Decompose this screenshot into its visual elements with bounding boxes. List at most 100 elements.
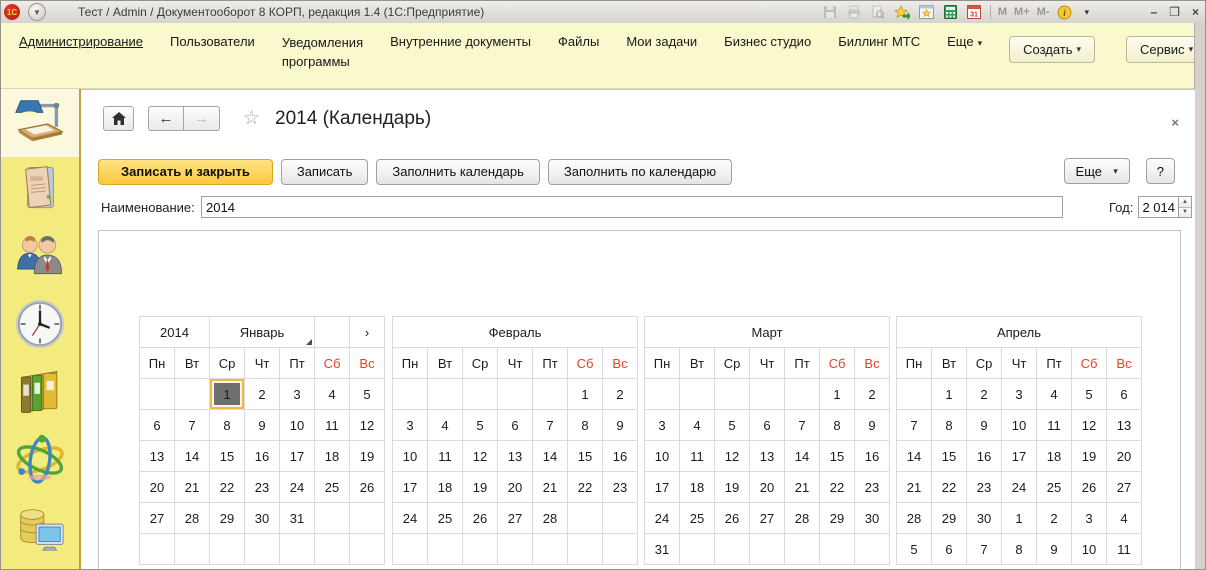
day-cell[interactable]: 11	[315, 410, 350, 441]
year-input[interactable]	[1138, 196, 1178, 218]
day-cell[interactable]: 1	[210, 379, 245, 410]
day-cell[interactable]: 2	[1037, 503, 1072, 534]
day-cell[interactable]: 20	[1107, 441, 1142, 472]
day-cell[interactable]: 23	[967, 472, 1002, 503]
day-cell[interactable]: 30	[967, 503, 1002, 534]
day-cell[interactable]: 6	[1107, 379, 1142, 410]
day-cell[interactable]: 21	[897, 472, 932, 503]
menu-item-billing-mts[interactable]: Биллинг МТС	[838, 34, 920, 49]
home-button[interactable]	[103, 106, 134, 131]
day-cell[interactable]: 15	[932, 441, 967, 472]
save-and-close-button[interactable]: Записать и закрыть	[98, 159, 273, 185]
day-cell[interactable]: 12	[350, 410, 385, 441]
day-cell[interactable]: 22	[820, 472, 855, 503]
minimize-icon[interactable]: –	[1151, 6, 1158, 18]
day-cell[interactable]: 21	[533, 472, 568, 503]
favorite-star-icon[interactable]: ☆	[243, 109, 260, 128]
day-cell[interactable]: 27	[750, 503, 785, 534]
day-cell[interactable]: 31	[645, 534, 680, 565]
sidebar-item-binders[interactable]	[1, 361, 79, 423]
day-cell[interactable]: 7	[175, 410, 210, 441]
day-cell[interactable]: 17	[645, 472, 680, 503]
day-cell[interactable]: 2	[245, 379, 280, 410]
day-cell[interactable]: 11	[428, 441, 463, 472]
day-cell[interactable]: 29	[932, 503, 967, 534]
day-cell[interactable]: 7	[533, 410, 568, 441]
day-cell[interactable]: 3	[1072, 503, 1107, 534]
day-cell[interactable]: 27	[140, 503, 175, 534]
day-cell[interactable]: 7	[785, 410, 820, 441]
sidebar-item-document-folder[interactable]	[1, 157, 79, 219]
menu-item-notifications[interactable]: Уведомления программы	[282, 34, 363, 72]
close-icon[interactable]: ×	[1192, 6, 1199, 18]
day-cell[interactable]: 14	[533, 441, 568, 472]
memory-m-button[interactable]: M	[998, 6, 1007, 18]
day-cell[interactable]: 8	[820, 410, 855, 441]
forward-button[interactable]: →	[184, 106, 220, 131]
help-button[interactable]: ?	[1146, 158, 1175, 184]
day-cell[interactable]: 2	[603, 379, 638, 410]
day-cell[interactable]: 9	[245, 410, 280, 441]
sidebar-item-desk-lamp[interactable]	[1, 91, 79, 153]
day-cell[interactable]: 7	[967, 534, 1002, 565]
day-cell[interactable]: 28	[897, 503, 932, 534]
fill-by-calendar-button[interactable]: Заполнить по календарю	[548, 159, 732, 185]
spinner-down-icon[interactable]: ▼	[1179, 208, 1191, 218]
calendar-year-cell[interactable]: 2014	[140, 317, 210, 348]
day-cell[interactable]: 7	[897, 410, 932, 441]
day-cell[interactable]: 11	[1037, 410, 1072, 441]
day-cell[interactable]: 19	[350, 441, 385, 472]
day-cell[interactable]: 5	[350, 379, 385, 410]
day-cell[interactable]: 11	[680, 441, 715, 472]
maximize-icon[interactable]: ❒	[1169, 6, 1180, 18]
day-cell[interactable]: 15	[820, 441, 855, 472]
day-cell[interactable]: 17	[280, 441, 315, 472]
back-button[interactable]: ←	[148, 106, 184, 131]
day-cell[interactable]: 26	[350, 472, 385, 503]
day-cell[interactable]: 24	[280, 472, 315, 503]
day-cell[interactable]: 18	[428, 472, 463, 503]
day-cell[interactable]: 18	[680, 472, 715, 503]
print-icon[interactable]	[846, 4, 863, 20]
favorites-icon[interactable]	[918, 4, 935, 20]
day-cell[interactable]: 1	[1002, 503, 1037, 534]
day-cell[interactable]: 4	[428, 410, 463, 441]
day-cell[interactable]: 10	[393, 441, 428, 472]
day-cell[interactable]: 5	[463, 410, 498, 441]
day-cell[interactable]: 26	[1072, 472, 1107, 503]
day-cell[interactable]: 30	[245, 503, 280, 534]
day-cell[interactable]: 22	[568, 472, 603, 503]
day-cell[interactable]: 12	[463, 441, 498, 472]
menu-item-users[interactable]: Пользователи	[170, 34, 255, 49]
calendar-icon[interactable]: 31	[966, 4, 983, 20]
day-cell[interactable]: 9	[603, 410, 638, 441]
info-icon[interactable]: i	[1056, 4, 1073, 20]
day-cell[interactable]: 3	[393, 410, 428, 441]
day-cell[interactable]: 25	[1037, 472, 1072, 503]
day-cell[interactable]: 1	[932, 379, 967, 410]
day-cell[interactable]: 14	[175, 441, 210, 472]
save-icon[interactable]	[822, 4, 839, 20]
calculator-icon[interactable]	[942, 4, 959, 20]
system-menu-button[interactable]: ▼	[28, 3, 46, 21]
day-cell[interactable]: 19	[715, 472, 750, 503]
day-cell[interactable]: 2	[967, 379, 1002, 410]
day-cell[interactable]: 18	[1037, 441, 1072, 472]
day-cell[interactable]: 25	[315, 472, 350, 503]
day-cell[interactable]: 18	[315, 441, 350, 472]
day-cell[interactable]: 28	[175, 503, 210, 534]
day-cell[interactable]: 5	[897, 534, 932, 565]
day-cell[interactable]: 31	[280, 503, 315, 534]
day-cell[interactable]: 22	[210, 472, 245, 503]
spinner-up-icon[interactable]: ▲	[1179, 197, 1191, 208]
menu-item-internal-documents[interactable]: Внутренние документы	[390, 34, 531, 49]
print-preview-icon[interactable]	[870, 4, 887, 20]
fill-calendar-button[interactable]: Заполнить календарь	[376, 159, 539, 185]
day-cell[interactable]: 8	[210, 410, 245, 441]
day-cell[interactable]: 24	[1002, 472, 1037, 503]
day-cell[interactable]: 14	[897, 441, 932, 472]
day-cell[interactable]: 27	[498, 503, 533, 534]
day-cell[interactable]: 9	[1037, 534, 1072, 565]
memory-m-plus-button[interactable]: M+	[1014, 6, 1030, 18]
day-cell[interactable]: 13	[750, 441, 785, 472]
